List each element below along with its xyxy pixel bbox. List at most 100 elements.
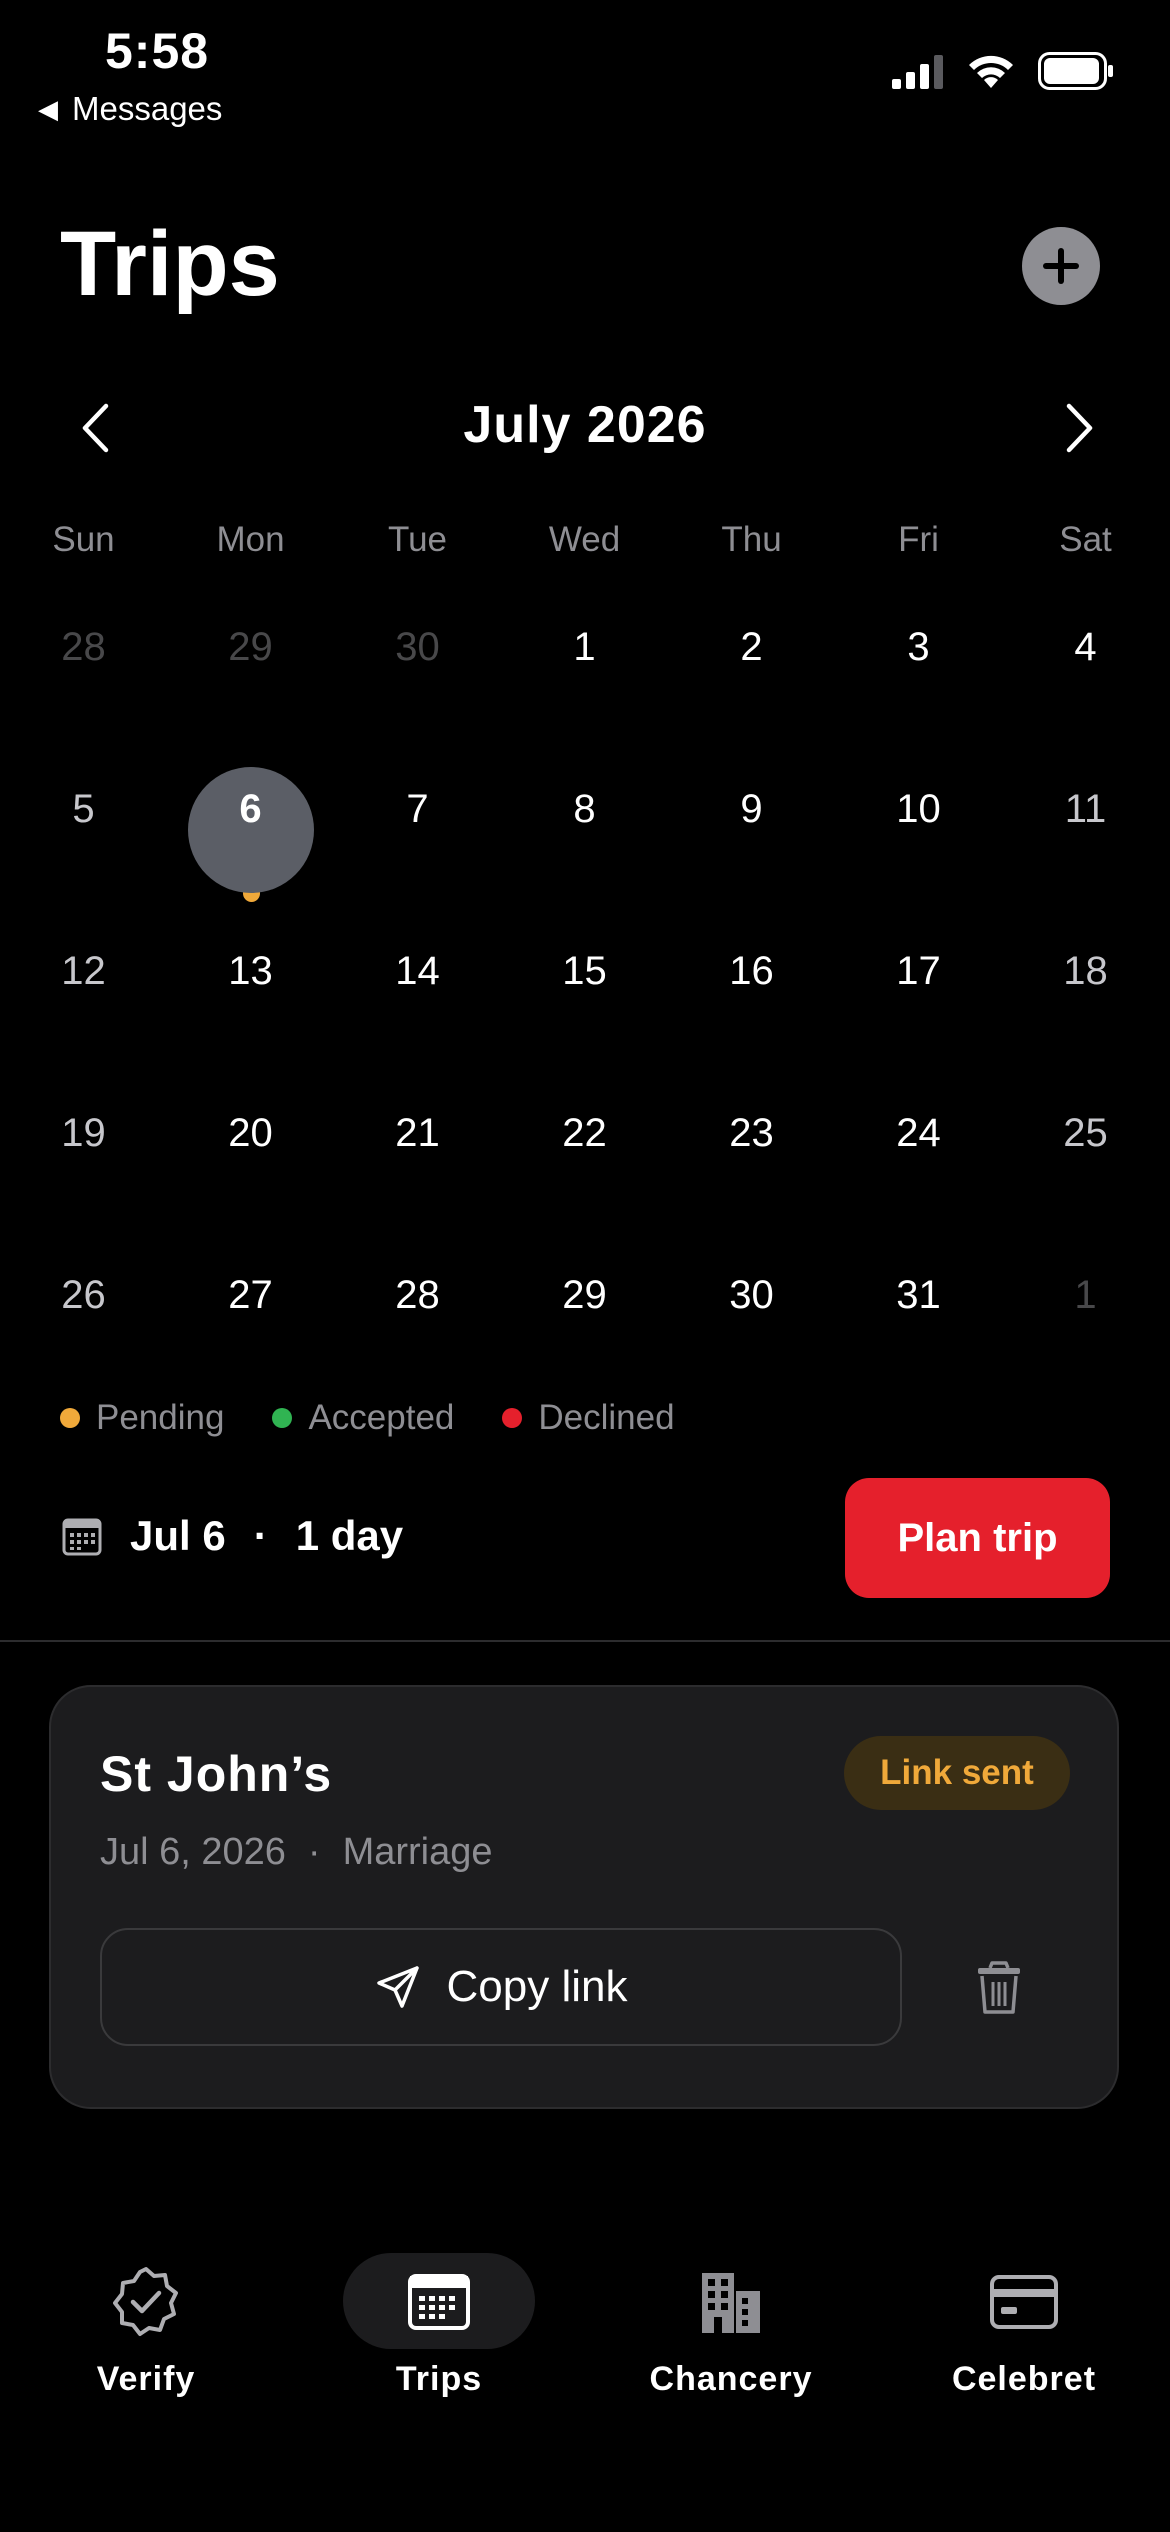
- calendar-day[interactable]: 20: [167, 1091, 334, 1253]
- day-number: 20: [228, 1111, 273, 1155]
- calendar-day[interactable]: 7: [334, 767, 501, 929]
- calendar-day[interactable]: 24: [835, 1091, 1002, 1253]
- tab-icon-wrap: [319, 2258, 559, 2346]
- day-number: 9: [740, 787, 763, 831]
- weekday-label: Mon: [216, 520, 285, 559]
- calendar-day[interactable]: 23: [668, 1091, 835, 1253]
- day-number: 1: [573, 625, 596, 669]
- calendar-day[interactable]: 4: [1002, 605, 1169, 767]
- calendar-day[interactable]: 26: [0, 1253, 167, 1415]
- day-number: 7: [406, 787, 429, 831]
- calendar-day[interactable]: 1: [501, 605, 668, 767]
- status-icons: [892, 52, 1114, 90]
- day-number: 22: [562, 1111, 607, 1155]
- weekday-label: Tue: [387, 520, 447, 559]
- day-number: 11: [1064, 787, 1107, 831]
- building-icon: [702, 2273, 760, 2333]
- chevron-right-icon: [1066, 403, 1093, 453]
- status-badge: Link sent: [844, 1736, 1070, 1810]
- section-divider: [0, 1640, 1170, 1642]
- calendar-day-outside-month[interactable]: 28: [0, 605, 167, 767]
- day-number: 30: [729, 1273, 774, 1317]
- day-number: 28: [395, 1273, 440, 1317]
- back-to-messages[interactable]: ◀ Messages: [38, 90, 222, 128]
- calendar-day-selected[interactable]: 6: [167, 767, 334, 929]
- calendar-day[interactable]: 3: [835, 605, 1002, 767]
- tab-trips[interactable]: Trips: [319, 2258, 559, 2399]
- day-number: 14: [395, 949, 440, 993]
- tab-label: Trips: [395, 2360, 483, 2398]
- trip-title: St John’s: [100, 1746, 333, 1802]
- day-number: 8: [573, 787, 596, 831]
- calendar-day[interactable]: 15: [501, 929, 668, 1091]
- calendar-day[interactable]: 2: [668, 605, 835, 767]
- tab-verify[interactable]: Verify: [26, 2258, 266, 2399]
- signal-icon: [892, 55, 943, 89]
- calendar-day[interactable]: 28: [334, 1253, 501, 1415]
- trip-details: Jul 6, 2026 · Marriage: [100, 1831, 493, 1874]
- status-time: 5:58: [105, 23, 210, 79]
- copy-link-label: Copy link: [446, 1962, 628, 2011]
- selection-summary: Jul 6 · 1 day: [62, 1512, 403, 1560]
- day-number: 18: [1063, 949, 1108, 993]
- calendar-day[interactable]: 12: [0, 929, 167, 1091]
- tab-label: Chancery: [649, 2360, 813, 2398]
- separator-dot: ·: [307, 1831, 321, 1873]
- legend-label: Pending: [96, 1398, 225, 1437]
- calendar-day[interactable]: 21: [334, 1091, 501, 1253]
- send-icon: [376, 1966, 419, 2008]
- day-number: 23: [729, 1111, 774, 1155]
- weekday-label: Fri: [898, 520, 939, 559]
- day-number: 19: [61, 1111, 106, 1155]
- calendar-day-outside-month[interactable]: 30: [334, 605, 501, 767]
- day-number: 29: [228, 625, 273, 669]
- calendar-day[interactable]: 17: [835, 929, 1002, 1091]
- day-number: 5: [72, 787, 95, 831]
- calendar-day[interactable]: 9: [668, 767, 835, 929]
- copy-link-button[interactable]: Copy link: [100, 1928, 902, 2046]
- day-number: 27: [228, 1273, 273, 1317]
- calendar-day[interactable]: 14: [334, 929, 501, 1091]
- next-month-button[interactable]: [1055, 398, 1105, 458]
- plus-icon: [1043, 248, 1079, 284]
- calendar-day[interactable]: 13: [167, 929, 334, 1091]
- day-number: 12: [61, 949, 106, 993]
- tab-label: Verify: [96, 2360, 196, 2398]
- tab-label: Celebret: [951, 2360, 1097, 2398]
- day-number: 26: [61, 1273, 106, 1317]
- calendar-day[interactable]: 25: [1002, 1091, 1169, 1253]
- card-icon: [990, 2275, 1058, 2329]
- calendar-day[interactable]: 11: [1002, 767, 1169, 929]
- calendar-day[interactable]: 30: [668, 1253, 835, 1415]
- trash-icon: [978, 1961, 1020, 2014]
- calendar-day[interactable]: 10: [835, 767, 1002, 929]
- calendar-day-outside-month[interactable]: 1: [1002, 1253, 1169, 1415]
- day-number: 30: [395, 625, 440, 669]
- calendar-day[interactable]: 18: [1002, 929, 1169, 1091]
- plan-trip-button[interactable]: Plan trip: [845, 1478, 1110, 1598]
- day-number: 21: [395, 1111, 440, 1155]
- calendar-day[interactable]: 5: [0, 767, 167, 929]
- separator-dot: ·: [253, 1512, 268, 1559]
- delete-trip-button[interactable]: [972, 1960, 1026, 2016]
- calendar-day[interactable]: 27: [167, 1253, 334, 1415]
- wifi-icon: [969, 55, 1013, 88]
- calendar-day[interactable]: 29: [501, 1253, 668, 1415]
- day-number: 16: [729, 949, 774, 993]
- calendar-small-icon: [62, 1518, 102, 1556]
- calendar-day[interactable]: 8: [501, 767, 668, 929]
- calendar-day[interactable]: 16: [668, 929, 835, 1091]
- calendar-day-outside-month[interactable]: 29: [167, 605, 334, 767]
- weekday-label: Sun: [52, 520, 115, 559]
- weekday-label: Sat: [1059, 520, 1112, 559]
- tab-icon-wrap: [611, 2258, 851, 2346]
- add-trip-button[interactable]: [1022, 227, 1100, 305]
- day-number: 31: [896, 1273, 941, 1317]
- declined-dot-icon: [502, 1408, 523, 1428]
- tab-chancery[interactable]: Chancery: [611, 2258, 851, 2399]
- calendar-day[interactable]: 31: [835, 1253, 1002, 1415]
- calendar-day[interactable]: 19: [0, 1091, 167, 1253]
- tab-celebret[interactable]: Celebret: [904, 2258, 1144, 2399]
- trip-type: Marriage: [342, 1831, 493, 1873]
- calendar-day[interactable]: 22: [501, 1091, 668, 1253]
